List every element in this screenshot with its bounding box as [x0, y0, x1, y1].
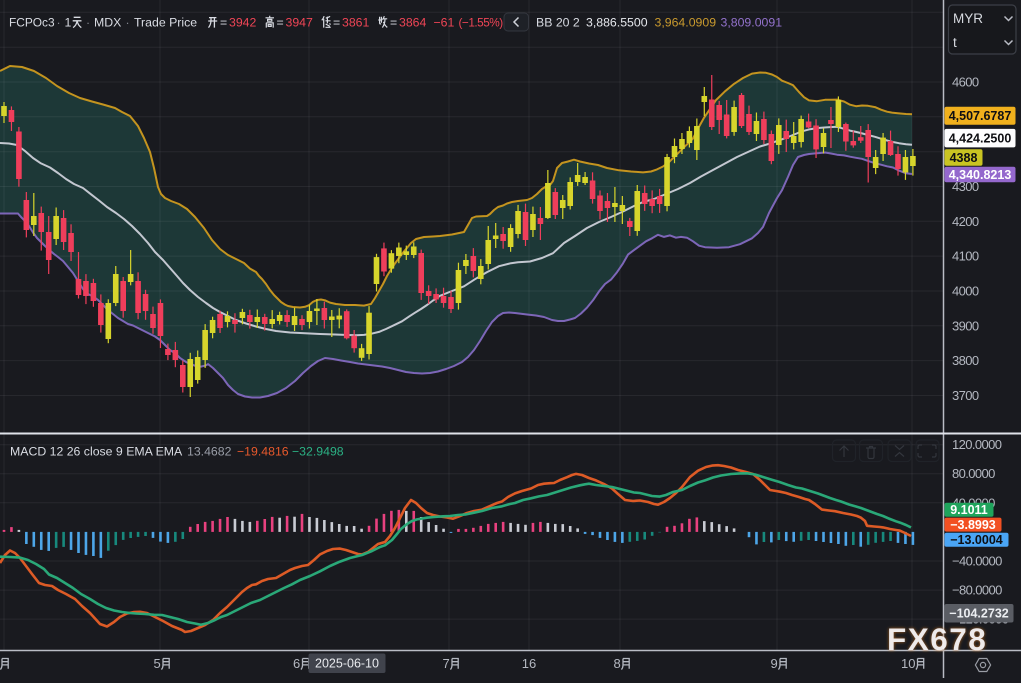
svg-text:=: =	[277, 16, 284, 30]
svg-text:3800: 3800	[952, 353, 979, 368]
svg-text:4,424.2500: 4,424.2500	[949, 132, 1012, 146]
svg-text:4600: 4600	[952, 75, 979, 90]
svg-text:BB 20 2: BB 20 2	[536, 16, 580, 30]
svg-text:3900: 3900	[952, 318, 979, 333]
svg-text:80.0000: 80.0000	[952, 466, 995, 481]
svg-text:−32.9498: −32.9498	[292, 444, 344, 458]
svg-text:=: =	[390, 16, 397, 30]
svg-text:3700: 3700	[952, 388, 979, 403]
svg-text:3864: 3864	[399, 16, 427, 30]
svg-text:6: 6	[293, 656, 300, 671]
svg-text:3,809.0091: 3,809.0091	[721, 16, 783, 30]
svg-text:2025-06-10: 2025-06-10	[315, 656, 379, 670]
svg-text:4,340.8213: 4,340.8213	[949, 168, 1012, 182]
svg-text:MACD 12 26 close 9 EMA EMA: MACD 12 26 close 9 EMA EMA	[10, 444, 183, 458]
svg-text:Trade Price: Trade Price	[134, 16, 197, 30]
svg-text:MYR: MYR	[953, 11, 983, 26]
svg-text:4200: 4200	[952, 214, 979, 229]
svg-text:3947: 3947	[286, 16, 314, 30]
svg-text:t: t	[953, 35, 957, 50]
svg-text:−40.0000: −40.0000	[952, 553, 1002, 568]
svg-text:4000: 4000	[952, 283, 979, 298]
svg-text:·: ·	[86, 16, 90, 30]
svg-text:10: 10	[901, 656, 915, 671]
svg-text:=: =	[220, 16, 227, 30]
svg-text:(−1.55%): (−1.55%)	[459, 16, 504, 30]
svg-text:−104.2732: −104.2732	[949, 607, 1008, 621]
svg-text:−61: −61	[434, 16, 455, 30]
svg-text:−3.8993: −3.8993	[950, 518, 996, 532]
svg-text:16: 16	[522, 656, 536, 671]
svg-text:MDX: MDX	[94, 16, 121, 30]
svg-text:FX678: FX678	[887, 621, 987, 657]
svg-text:·: ·	[126, 16, 130, 30]
svg-text:13.4682: 13.4682	[187, 444, 232, 458]
svg-text:−19.4816: −19.4816	[237, 444, 289, 458]
svg-text:4,507.6787: 4,507.6787	[949, 109, 1012, 123]
svg-text:7: 7	[443, 656, 450, 671]
svg-text:=: =	[333, 16, 340, 30]
svg-text:1: 1	[65, 16, 72, 30]
svg-text:120.0000: 120.0000	[952, 437, 1002, 452]
svg-text:8: 8	[614, 656, 621, 671]
svg-text:4388: 4388	[950, 151, 978, 165]
svg-text:3,964.0909: 3,964.0909	[655, 16, 717, 30]
svg-text:3,886.5500: 3,886.5500	[586, 16, 648, 30]
svg-text:5: 5	[154, 656, 161, 671]
svg-text:−80.0000: −80.0000	[952, 583, 1002, 598]
svg-text:FCPOc3: FCPOc3	[9, 16, 55, 30]
svg-text:−13.0004: −13.0004	[950, 533, 1003, 547]
svg-text:·: ·	[57, 16, 61, 30]
svg-text:9: 9	[771, 656, 778, 671]
svg-text:4100: 4100	[952, 249, 979, 264]
svg-text:3942: 3942	[229, 16, 257, 30]
svg-text:3861: 3861	[342, 16, 370, 30]
svg-text:9.1011: 9.1011	[950, 503, 988, 517]
